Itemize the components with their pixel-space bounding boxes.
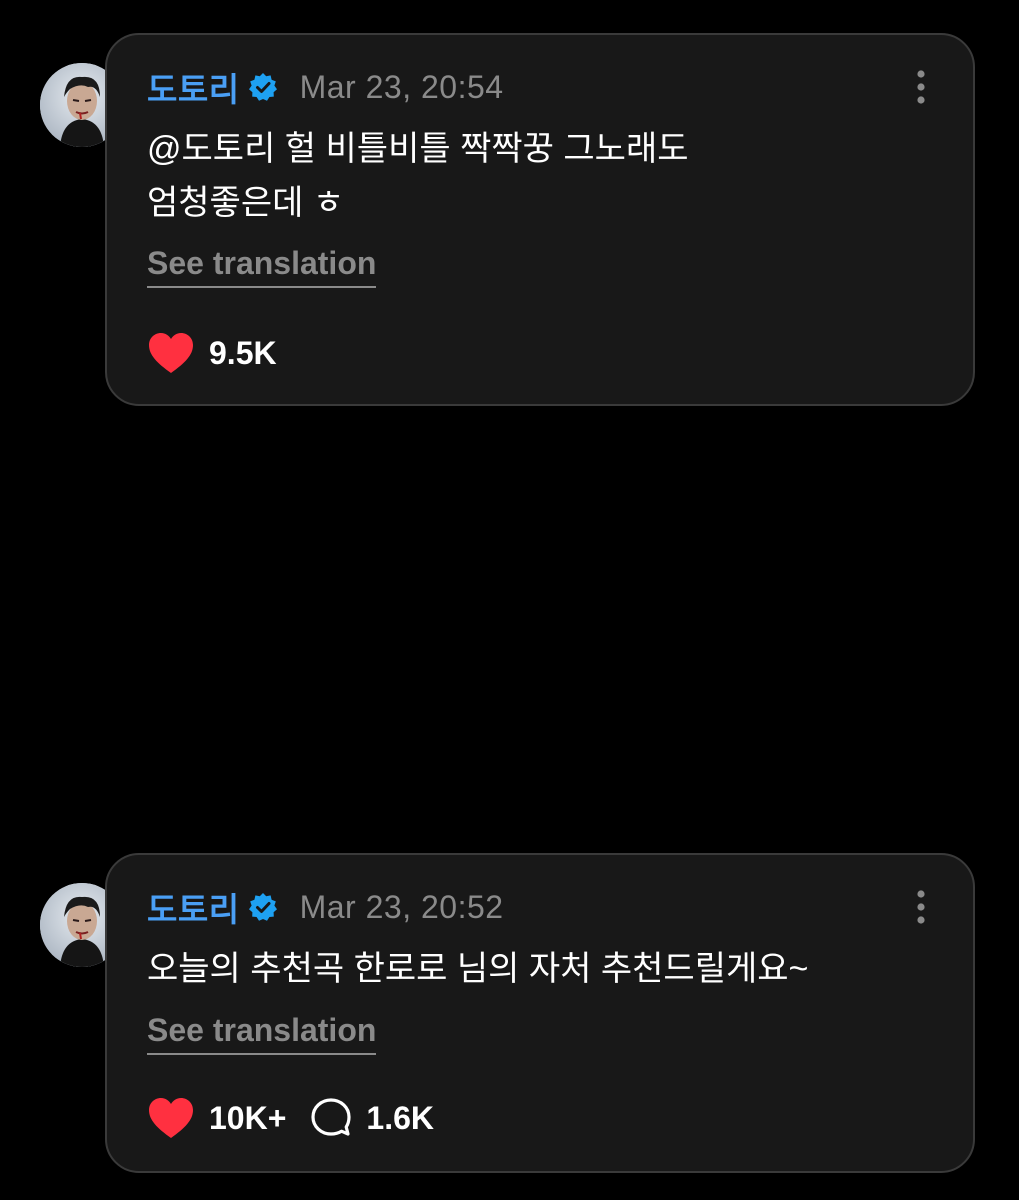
more-options-icon[interactable]	[915, 889, 927, 925]
post-text: 오늘의 추천곡 한로로 님의 자처 추천드릴게요~	[147, 950, 809, 988]
post-actions: 9.5K	[147, 329, 277, 377]
comment-count: 1.6K	[366, 1099, 434, 1136]
verified-badge-icon	[248, 72, 278, 102]
post-header: 도토리 Mar 23, 20:54	[147, 67, 504, 109]
verified-badge-icon	[248, 892, 278, 922]
see-translation-link[interactable]: See translation	[147, 245, 377, 288]
username[interactable]: 도토리	[147, 63, 240, 111]
username[interactable]: 도토리	[147, 883, 240, 931]
like-count: 9.5K	[209, 334, 277, 371]
post-timestamp: Mar 23, 20:54	[299, 68, 504, 105]
see-translation-link[interactable]: See translation	[147, 1012, 377, 1055]
post-card[interactable]: 도토리 Mar 23, 20:54 @도토리 헐 비틀비틀 짝짝꿍 그노래도 엄…	[105, 33, 975, 406]
more-options-icon[interactable]	[915, 69, 927, 105]
post-header: 도토리 Mar 23, 20:52	[147, 887, 504, 929]
post-text: @도토리 헐 비틀비틀 짝짝꿍 그노래도 엄청좋은데 ㅎ	[147, 130, 689, 222]
heart-icon[interactable]	[147, 331, 195, 375]
heart-icon[interactable]	[147, 1096, 195, 1140]
post-actions: 10K+ 1.6K	[147, 1094, 434, 1142]
post-card[interactable]: 도토리 Mar 23, 20:52 오늘의 추천곡 한로로 님의 자처 추천드릴…	[105, 853, 975, 1173]
comment-icon[interactable]	[310, 1097, 352, 1139]
like-count: 10K+	[209, 1099, 287, 1136]
post-timestamp: Mar 23, 20:52	[299, 888, 504, 925]
